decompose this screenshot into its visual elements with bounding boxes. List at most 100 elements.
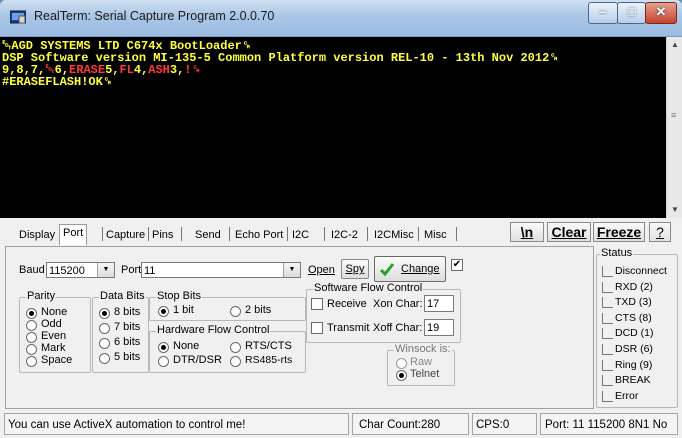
stop-bits-2-label: 2 bits: [245, 304, 272, 316]
winsock-group: Winsock is: Raw Telnet: [387, 343, 455, 386]
parity-space-radio[interactable]: [26, 356, 37, 367]
tab-divider: [324, 227, 325, 241]
tab-divider: [181, 227, 182, 241]
parity-none-radio[interactable]: [26, 308, 37, 319]
status-item-label: RXD (2): [615, 280, 653, 293]
help-button[interactable]: ?: [649, 222, 671, 242]
winsock-raw-radio[interactable]: [396, 358, 407, 369]
scroll-grip-icon[interactable]: ≡: [671, 111, 679, 120]
char-count: Char Count:280: [352, 413, 469, 435]
change-button[interactable]: Change: [374, 256, 446, 282]
statusbar-message: You can use ActiveX automation to contro…: [4, 413, 349, 435]
status-item-label: Disconnect: [615, 265, 667, 277]
status-indicator: [602, 390, 613, 402]
newline-button[interactable]: \n: [510, 222, 544, 242]
stop-bits-title: Stop Bits: [156, 290, 203, 302]
hw-flow-rs485-radio[interactable]: [230, 356, 241, 367]
transmit-checkbox[interactable]: [311, 322, 323, 334]
status-item-label: CTS (8): [615, 311, 652, 324]
clear-button[interactable]: Clear: [547, 222, 591, 242]
status-item-label: TXD (3): [615, 296, 652, 309]
tab-divider: [456, 227, 457, 241]
close-button[interactable]: ✕: [645, 2, 677, 24]
terminal-output[interactable]: ␄AGD SYSTEMS LTD C674x BootLoader␍ DSP S…: [0, 37, 666, 218]
status-indicator: [602, 281, 613, 293]
tab-divider: [287, 227, 288, 241]
maximize-button[interactable]: □: [617, 2, 646, 24]
hw-flow-rtscts-radio[interactable]: [230, 342, 241, 353]
tab-echo-port[interactable]: Echo Port: [235, 227, 283, 243]
tab-display[interactable]: Display: [19, 227, 55, 243]
minimize-icon: ‒: [599, 4, 607, 19]
hw-flow-none-radio[interactable]: [158, 342, 169, 353]
data-bits-title: Data Bits: [99, 290, 146, 302]
terminal-segment: 3,: [169, 63, 185, 77]
status-item-label: Ring (9): [615, 358, 653, 371]
tab-divider: [367, 227, 368, 241]
parity-title: Parity: [26, 290, 57, 302]
winsock-telnet-label: Telnet: [410, 368, 440, 380]
status-indicator: [602, 375, 613, 387]
data-bits-5-radio[interactable]: [99, 353, 110, 364]
terminal-segment: ASH: [148, 63, 170, 77]
winsock-telnet-radio[interactable]: [396, 370, 407, 381]
change-label: Change: [401, 263, 440, 275]
stop-bits-2-radio[interactable]: [230, 306, 241, 317]
tab-send[interactable]: Send: [195, 227, 221, 243]
tab-i2cmisc[interactable]: I2CMisc: [374, 227, 414, 243]
maximize-icon: □: [627, 4, 636, 19]
status-indicator: [602, 266, 613, 277]
minimize-button[interactable]: ‒: [588, 2, 618, 24]
hw-flow-none-label: None: [173, 340, 200, 352]
port-label: Port: [121, 264, 142, 276]
change-checkbox[interactable]: ✔: [451, 259, 463, 271]
baud-select[interactable]: 115200 ▼: [46, 262, 115, 278]
status-item-label: DCD (1): [615, 327, 654, 340]
chevron-down-icon[interactable]: ▼: [283, 263, 300, 277]
port-select[interactable]: 11 ▼: [141, 262, 301, 278]
data-bits-7-radio[interactable]: [99, 323, 110, 334]
parity-odd-label: Odd: [41, 318, 62, 330]
status-indicator: [602, 328, 613, 340]
scroll-down-icon[interactable]: ▼: [667, 202, 682, 218]
status-item-label: Error: [615, 389, 639, 402]
tab-pins[interactable]: Pins: [152, 227, 173, 243]
terminal-segment: FL: [119, 63, 134, 77]
tab-i2c[interactable]: I2C: [292, 227, 309, 243]
parity-even-label: Even: [41, 330, 67, 342]
open-button[interactable]: Open: [308, 264, 335, 276]
freeze-button[interactable]: Freeze: [593, 222, 645, 242]
tab-capture[interactable]: Capture: [106, 227, 145, 243]
tab-port[interactable]: Port: [59, 224, 88, 245]
tab-i2c-2[interactable]: I2C-2: [331, 227, 358, 243]
status-indicator: [602, 344, 613, 355]
data-bits-8-radio[interactable]: [99, 308, 110, 319]
terminal-segment: 4,: [133, 63, 149, 77]
close-icon: ✕: [655, 4, 667, 19]
app-icon: [10, 10, 26, 24]
xoff-char-input[interactable]: 19: [424, 319, 454, 336]
tab-misc[interactable]: Misc: [424, 227, 447, 243]
parity-odd-radio[interactable]: [26, 320, 37, 331]
data-bits-6-radio[interactable]: [99, 338, 110, 349]
scroll-up-icon[interactable]: ▲: [667, 37, 682, 53]
hw-flow-rtscts-label: RTS/CTS: [245, 340, 292, 352]
terminal-scrollbar[interactable]: ▲ ≡ ▼: [666, 37, 682, 218]
hardware-flow-title: Hardware Flow Control: [156, 324, 271, 336]
stop-bits-1-radio[interactable]: [158, 306, 169, 317]
transmit-label: Transmit: [327, 322, 370, 334]
receive-checkbox[interactable]: [311, 298, 323, 310]
spy-button[interactable]: Spy: [341, 259, 369, 279]
parity-mark-radio[interactable]: [26, 344, 37, 355]
tab-divider: [148, 227, 149, 241]
parity-even-radio[interactable]: [26, 332, 37, 343]
hw-flow-dtrdsr-radio[interactable]: [158, 356, 169, 367]
xon-char-input[interactable]: 17: [424, 295, 454, 312]
data-bits-7-label: 7 bits: [114, 321, 141, 333]
chevron-down-icon[interactable]: ▼: [97, 263, 114, 277]
title-bar[interactable]: RealTerm: Serial Capture Program 2.0.0.7…: [0, 0, 682, 37]
data-bits-5-label: 5 bits: [114, 351, 141, 363]
tab-divider: [229, 227, 230, 241]
status-panel: Status Disconnect RXD (2) TXD (3) CTS (8) DC…: [596, 247, 678, 408]
winsock-raw-label: Raw: [410, 356, 433, 368]
